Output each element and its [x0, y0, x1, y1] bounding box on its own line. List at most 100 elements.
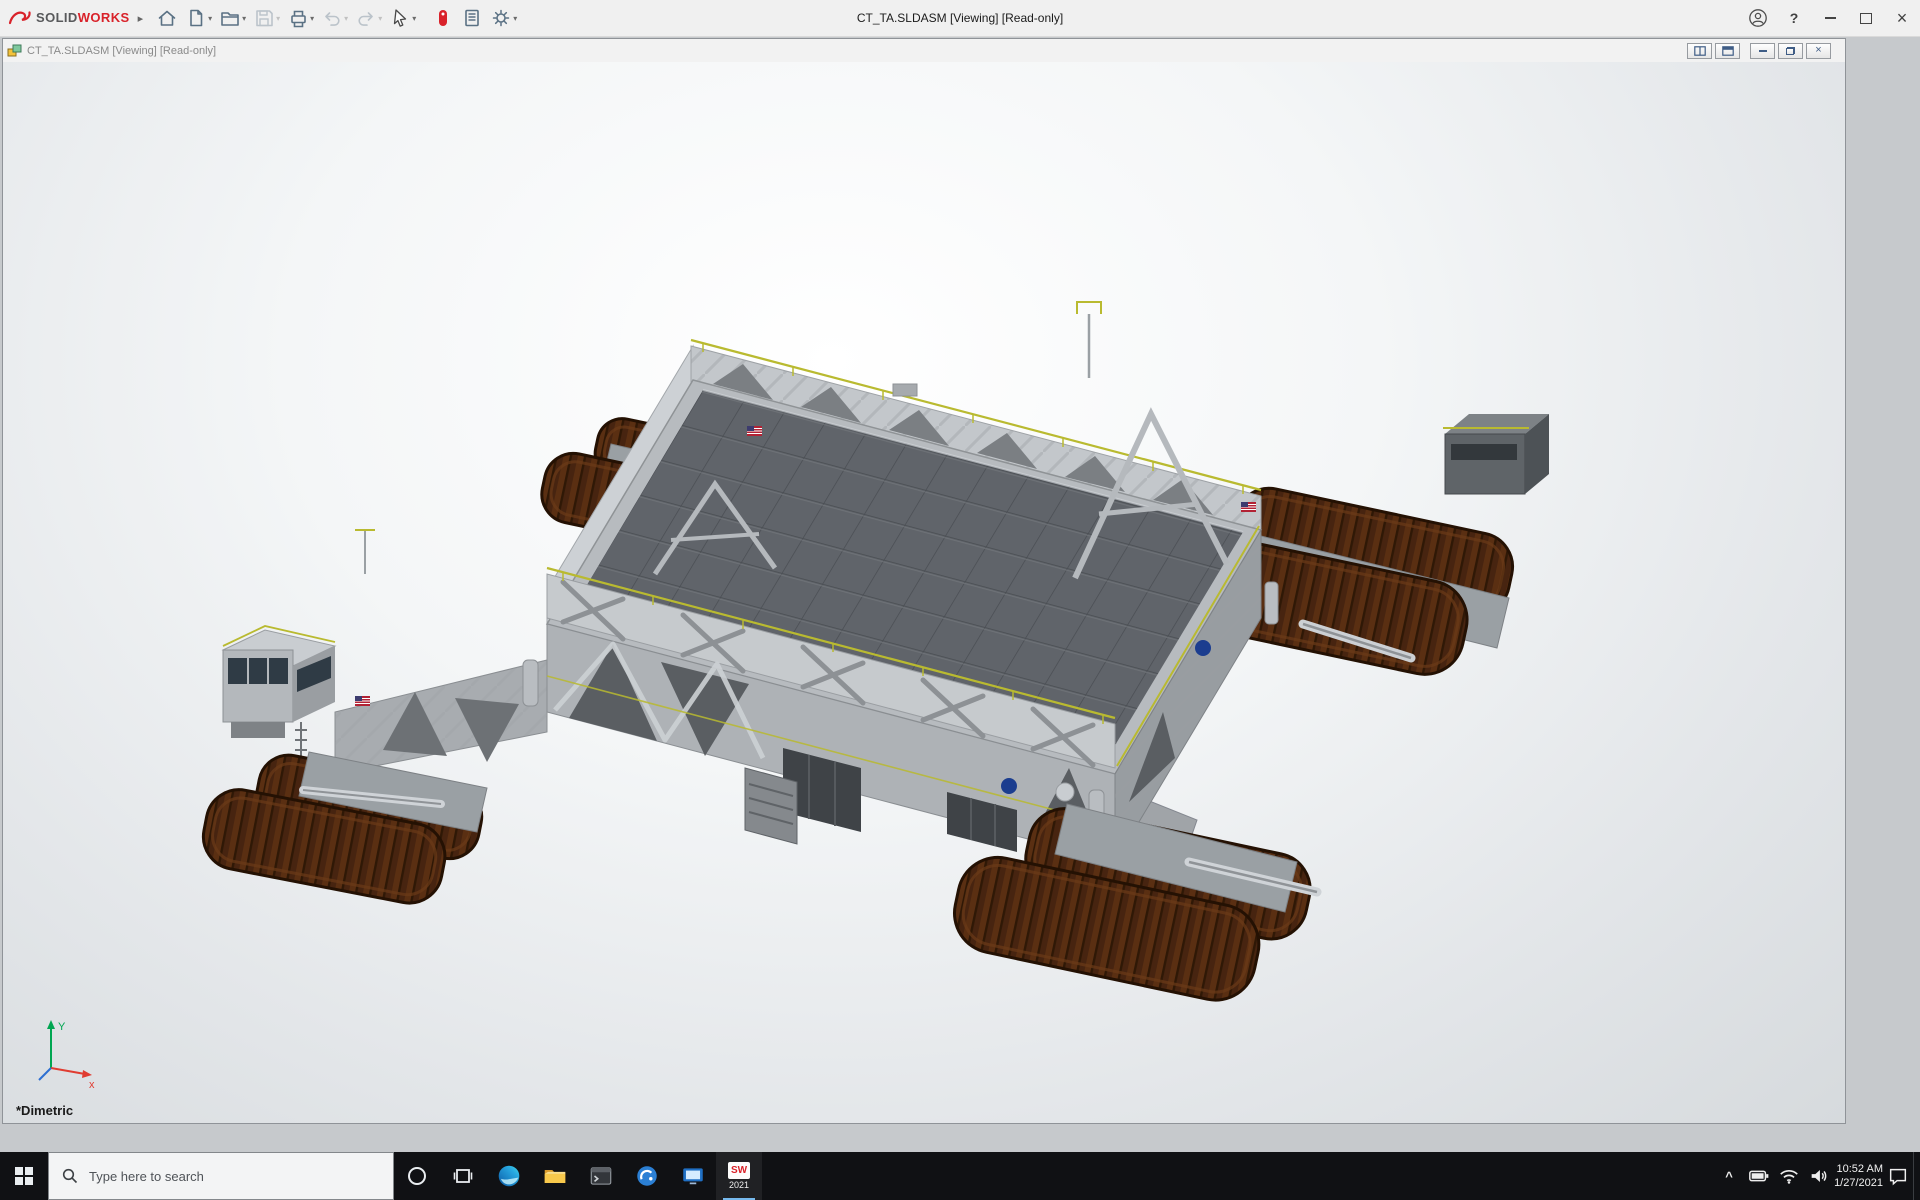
file-properties-icon — [461, 7, 483, 29]
assembly-document-icon — [7, 43, 22, 58]
document-window: CT_TA.SLDASM [Viewing] [Read-only] — [2, 38, 1846, 1124]
search-icon — [62, 1168, 78, 1184]
app-display-icon — [680, 1163, 706, 1189]
open-button[interactable]: ▾ — [216, 3, 249, 33]
options-button[interactable]: ▾ — [487, 3, 520, 33]
undo-button: ▾ — [318, 3, 351, 33]
network-button[interactable] — [1774, 1152, 1804, 1200]
cortana-icon — [405, 1164, 429, 1188]
brand-text-works: WORKS — [78, 10, 130, 25]
doc-float-button[interactable] — [1715, 43, 1740, 59]
close-button[interactable]: × — [1884, 0, 1920, 36]
chevron-down-icon: ▾ — [276, 14, 280, 23]
action-center-icon — [1887, 1165, 1909, 1187]
chevron-down-icon: ▾ — [378, 14, 382, 23]
chevron-down-icon[interactable]: ▾ — [412, 14, 416, 23]
edge-button[interactable] — [486, 1152, 532, 1200]
orientation-triad: Y x — [29, 1010, 109, 1090]
nasa-logo — [1195, 640, 1211, 656]
close-icon: × — [1897, 8, 1908, 29]
doc-minimize-button[interactable] — [1750, 43, 1775, 59]
print-icon — [287, 7, 309, 29]
3dexperience-button[interactable] — [429, 3, 457, 33]
solidworks-app-button[interactable]: SW 2021 — [716, 1152, 762, 1200]
redo-button: ▾ — [352, 3, 385, 33]
task-view-button[interactable] — [440, 1152, 486, 1200]
triad-y-label: Y — [58, 1021, 66, 1033]
windows-logo-icon — [15, 1167, 33, 1185]
solidworks-version-badge: 2021 — [729, 1180, 749, 1190]
help-button[interactable]: ? — [1776, 0, 1812, 36]
search-input[interactable] — [87, 1168, 393, 1185]
chevron-down-icon[interactable]: ▾ — [513, 14, 517, 23]
taskbar-search[interactable] — [48, 1152, 394, 1200]
doc-float-icon — [1722, 46, 1734, 56]
chevron-down-icon[interactable]: ▾ — [310, 14, 314, 23]
front-left-corner-arm — [335, 660, 547, 774]
platform-structure — [355, 302, 1261, 862]
graphics-viewport[interactable]: Y x *Dimetric — [3, 62, 1845, 1123]
file-properties-button[interactable] — [458, 3, 486, 33]
mdi-client-area: CT_TA.SLDASM [Viewing] [Read-only] — [0, 37, 1920, 1152]
select-arrow-icon — [389, 7, 411, 29]
taskbar-clock[interactable]: 10:52 AM 1/27/2021 — [1834, 1152, 1883, 1200]
crawler-transporter-model — [3, 62, 1845, 1123]
home-button[interactable] — [153, 3, 181, 33]
window-title: CT_TA.SLDASM [Viewing] [Read-only] — [857, 11, 1063, 25]
account-button[interactable] — [1740, 0, 1776, 36]
doc-close-button[interactable]: × — [1806, 43, 1831, 59]
brand-text-solid: SOLID — [36, 10, 78, 25]
volume-icon — [1808, 1165, 1830, 1187]
edge-icon — [496, 1163, 522, 1189]
menu-expand-arrow[interactable]: ▸ — [138, 12, 144, 25]
us-flag — [1241, 502, 1256, 512]
system-tray: ^ 10: — [1714, 1152, 1920, 1200]
file-explorer-button[interactable] — [532, 1152, 578, 1200]
user-account-icon — [1748, 8, 1768, 28]
chevron-down-icon[interactable]: ▾ — [208, 14, 212, 23]
open-icon — [219, 7, 241, 29]
nasa-logo — [1001, 778, 1017, 794]
solidworks-window: SOLIDWORKS ▸ ▾ ▾ — [0, 0, 1920, 1200]
minimize-button[interactable] — [1812, 0, 1848, 36]
chevron-down-icon: ▾ — [344, 14, 348, 23]
document-titlebar: CT_TA.SLDASM [Viewing] [Read-only] — [3, 39, 1845, 63]
wifi-icon — [1778, 1165, 1800, 1187]
options-gear-icon — [490, 7, 512, 29]
cortana-button[interactable] — [394, 1152, 440, 1200]
doc-restore-button[interactable] — [1778, 43, 1803, 59]
app-blue-icon — [634, 1163, 660, 1189]
select-tool-button[interactable]: ▾ — [386, 3, 419, 33]
solidworks-logo: SOLIDWORKS — [0, 9, 130, 27]
ds-swoosh-icon — [8, 10, 32, 26]
triad-x-label: x — [89, 1079, 95, 1090]
save-icon — [253, 7, 275, 29]
3dexperience-icon — [432, 7, 454, 29]
print-button[interactable]: ▾ — [284, 3, 317, 33]
volume-button[interactable] — [1804, 1152, 1834, 1200]
app-blue-button[interactable] — [624, 1152, 670, 1200]
task-view-icon — [451, 1164, 475, 1188]
view-orientation-label: *Dimetric — [16, 1103, 73, 1118]
new-document-button[interactable]: ▾ — [182, 3, 215, 33]
new-document-icon — [185, 7, 207, 29]
app-window-button[interactable] — [578, 1152, 624, 1200]
save-button: ▾ — [250, 3, 283, 33]
help-icon: ? — [1790, 10, 1799, 26]
battery-icon — [1748, 1165, 1770, 1187]
battery-button[interactable] — [1744, 1152, 1774, 1200]
us-flag — [747, 426, 762, 436]
taskbar: SW 2021 ^ — [0, 1152, 1920, 1200]
show-desktop-button[interactable] — [1913, 1152, 1920, 1200]
app-display-button[interactable] — [670, 1152, 716, 1200]
action-center-button[interactable] — [1883, 1152, 1913, 1200]
doc-restore-icon — [1786, 47, 1795, 55]
start-button[interactable] — [0, 1152, 48, 1200]
document-window-controls: × — [1684, 43, 1841, 59]
chevron-down-icon[interactable]: ▾ — [242, 14, 246, 23]
app-window-icon — [588, 1163, 614, 1189]
tray-expand-button[interactable]: ^ — [1714, 1152, 1744, 1200]
doc-tile-button[interactable] — [1687, 43, 1712, 59]
quick-access-toolbar: ▾ ▾ ▾ ▾ — [153, 3, 520, 33]
maximize-button[interactable] — [1848, 0, 1884, 36]
